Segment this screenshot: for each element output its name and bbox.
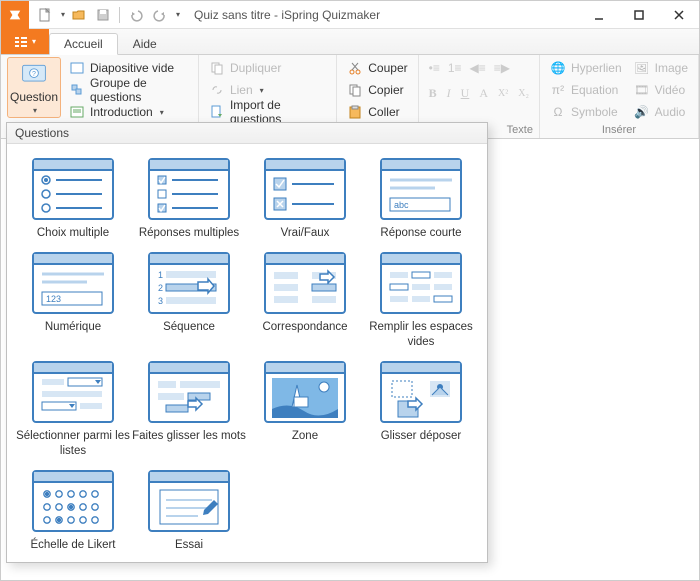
open-icon[interactable] [69, 5, 89, 25]
question-type-label: Glisser déposer [381, 429, 462, 443]
question-type-label: Essai [175, 538, 203, 552]
quick-access-toolbar: ▾ ▾ [29, 5, 186, 25]
questions-grid: Choix multiple Réponses multiples Vrai/Fau… [7, 144, 487, 562]
copier-button[interactable]: Copier [343, 79, 411, 101]
chevron-down-icon: ▾ [260, 86, 264, 95]
question-type-label: Correspondance [262, 320, 347, 334]
question-button[interactable]: ? Question ▾ [7, 57, 61, 118]
scissors-icon [347, 60, 363, 76]
question-type-label: Réponse courte [380, 226, 461, 240]
close-button[interactable] [659, 1, 699, 29]
font-style-row[interactable]: B I U A X² X₂ [425, 82, 533, 104]
couper-button[interactable]: Couper [343, 57, 411, 79]
question-type-item[interactable]: Correspondance [247, 252, 363, 349]
video-button[interactable]: 🎞 Vidéo [630, 79, 692, 101]
svg-text:123: 123 [46, 294, 61, 304]
paste-icon [347, 104, 363, 120]
audio-button[interactable]: 🔊 Audio [630, 101, 692, 123]
maximize-button[interactable] [619, 1, 659, 29]
svg-text:3: 3 [158, 296, 163, 306]
chevron-down-icon[interactable]: ▾ [61, 10, 65, 19]
svg-text:1: 1 [158, 270, 163, 280]
symbole-button[interactable]: Ω Symbole [546, 101, 626, 123]
panel-title: Questions [7, 123, 487, 144]
questions-dropdown: Questions Choix multiple Réponses multipl… [6, 122, 488, 563]
question-type-item[interactable]: Zone [247, 361, 363, 458]
introduction-button[interactable]: Introduction ▾ [65, 101, 192, 123]
question-type-label: Faites glisser les mots [132, 429, 246, 443]
list-formatting-row[interactable]: •≡ 1≡ ◀≡ ≡▶ [425, 57, 533, 79]
question-type-item[interactable]: Glisser déposer [363, 361, 479, 458]
hyperlien-button[interactable]: 🌐 Hyperlien [546, 57, 626, 79]
film-icon: 🎞 [634, 82, 650, 98]
image-icon: 🖼 [634, 60, 650, 76]
tab-accueil[interactable]: Accueil [49, 33, 118, 55]
svg-text:abc: abc [394, 200, 409, 210]
bold-icon: B [429, 86, 437, 101]
question-type-label: Réponses multiples [139, 226, 239, 240]
numbering-icon: 1≡ [448, 61, 462, 75]
save-icon[interactable] [93, 5, 113, 25]
chevron-down-icon: ▾ [33, 106, 37, 115]
question-type-label: Vrai/Faux [281, 226, 330, 240]
question-label: Question [10, 90, 58, 104]
titlebar: ▾ ▾ Quiz sans titre - iSpring Quizmaker [1, 1, 699, 29]
svg-text:?: ? [32, 71, 36, 78]
question-type-item[interactable]: Sélectionner parmi les listes [15, 361, 131, 458]
question-type-item[interactable]: 1 2 3 Séquence [131, 252, 247, 349]
question-type-label: Remplir les espaces vides [363, 320, 479, 349]
window-title: Quiz sans titre - iSpring Quizmaker [186, 8, 579, 22]
coller-button[interactable]: Coller [343, 101, 411, 123]
ribbon-tabs: ▾ Accueil Aide [1, 29, 699, 55]
bullets-icon: •≡ [429, 61, 440, 75]
file-tab[interactable]: ▾ [1, 29, 49, 54]
question-type-label: Numérique [45, 320, 101, 334]
import-questions-button[interactable]: Import de questions [205, 101, 330, 123]
image-button[interactable]: 🖼 Image [630, 57, 692, 79]
question-type-item[interactable]: Faites glisser les mots [131, 361, 247, 458]
tab-aide[interactable]: Aide [118, 33, 172, 55]
outdent-icon: ◀≡ [470, 61, 486, 75]
italic-icon: I [447, 86, 451, 101]
question-type-label: Choix multiple [37, 226, 109, 240]
question-type-label: Sélectionner parmi les listes [15, 429, 131, 458]
font-color-icon: A [479, 86, 488, 101]
question-type-label: Séquence [163, 320, 215, 334]
dupliquer-button[interactable]: Dupliquer [205, 57, 330, 79]
indent-icon: ≡▶ [494, 61, 510, 75]
underline-icon: U [461, 86, 470, 101]
question-type-item[interactable]: Échelle de Likert [15, 470, 131, 552]
new-icon[interactable] [35, 5, 55, 25]
question-type-item[interactable]: Vrai/Faux [247, 158, 363, 240]
subscript-icon: X₂ [518, 88, 529, 99]
app-icon [1, 1, 29, 29]
question-type-item[interactable]: Choix multiple [15, 158, 131, 240]
question-type-label: Zone [292, 429, 318, 443]
question-type-item[interactable]: Remplir les espaces vides [363, 252, 479, 349]
pi-icon: π² [550, 82, 566, 98]
question-type-label: Échelle de Likert [30, 538, 115, 552]
question-type-item[interactable]: 123 Numérique [15, 252, 131, 349]
chevron-down-icon[interactable]: ▾ [176, 10, 180, 19]
superscript-icon: X² [498, 88, 508, 99]
question-type-item[interactable]: Réponses multiples [131, 158, 247, 240]
minimize-button[interactable] [579, 1, 619, 29]
svg-text:2: 2 [158, 283, 163, 293]
redo-icon[interactable] [150, 5, 170, 25]
group-inserer: Insérer [546, 124, 692, 138]
question-type-item[interactable]: Essai [131, 470, 247, 552]
equation-button[interactable]: π² Equation [546, 79, 626, 101]
speaker-icon: 🔊 [634, 104, 650, 120]
undo-icon[interactable] [126, 5, 146, 25]
copy-icon [347, 82, 363, 98]
omega-icon: Ω [550, 104, 566, 120]
chevron-down-icon: ▾ [160, 108, 164, 117]
question-type-item[interactable]: abc Réponse courte [363, 158, 479, 240]
globe-icon: 🌐 [550, 60, 566, 76]
groupe-de-questions-button[interactable]: Groupe de questions [65, 79, 192, 101]
